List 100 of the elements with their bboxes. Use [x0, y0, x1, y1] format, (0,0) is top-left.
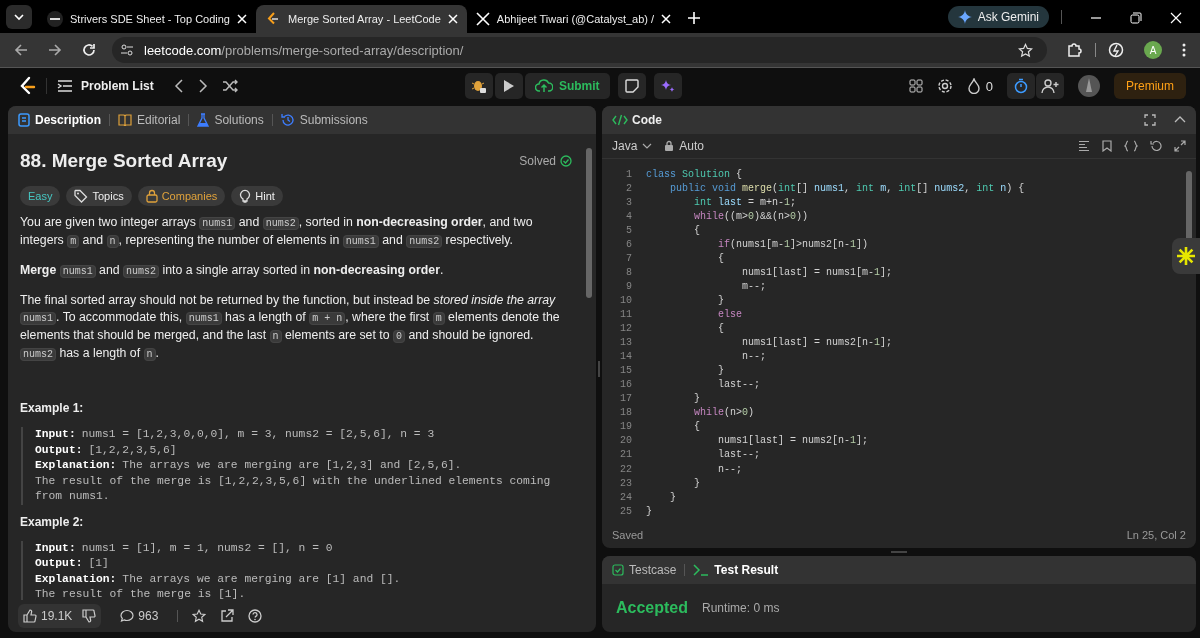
next-icon[interactable] [197, 79, 208, 93]
auto-mode-label[interactable]: Auto [664, 139, 705, 153]
checkbox-icon [612, 564, 624, 576]
back-icon[interactable] [14, 43, 28, 57]
line-number: 1 [625, 168, 633, 180]
close-icon[interactable] [661, 14, 672, 24]
code-line: { [717, 323, 724, 335]
line-number: 3 [625, 196, 633, 208]
site-info-icon[interactable] [120, 43, 134, 57]
code-line: { [693, 421, 700, 433]
timer-button[interactable] [1007, 73, 1035, 99]
layout-icon[interactable] [908, 79, 923, 93]
problem-list-button[interactable]: Problem List [57, 79, 154, 93]
save-status: Saved [612, 529, 644, 541]
code-line: n--; [741, 351, 767, 363]
comments-button[interactable]: 963 [115, 604, 164, 628]
code-line: else [717, 309, 742, 320]
flame-icon [966, 78, 981, 94]
floating-widget-button[interactable] [1172, 238, 1200, 274]
close-icon[interactable] [237, 14, 247, 24]
browser-tab[interactable]: Strivers SDE Sheet - Top Coding [38, 5, 256, 33]
runtime-text: Runtime: 0 ms [702, 601, 780, 615]
code-line: last--; [717, 449, 761, 461]
user-avatar[interactable] [1078, 75, 1100, 97]
streak-counter[interactable]: 0 [966, 78, 993, 94]
problem-title: 88. Merge Sorted Array [20, 150, 229, 172]
address-field[interactable]: leetcode.com/problems/merge-sorted-array/description/ [112, 37, 1047, 63]
line-number: 19 [619, 421, 633, 433]
fullscreen-icon[interactable] [1144, 114, 1156, 126]
site-icon [47, 11, 63, 27]
code-line: } [693, 477, 700, 489]
tab-search-button[interactable] [6, 5, 32, 29]
language-dropdown[interactable]: Java [612, 139, 653, 153]
notes-button[interactable] [617, 73, 646, 99]
close-icon[interactable] [447, 14, 458, 24]
example-heading: Example 2: [20, 514, 85, 529]
example-line: The result of the merge is [1,2,2,3,5,6] with the underlined elements coming from nums1. [35, 473, 552, 504]
tag-chip[interactable]: Companies [137, 186, 226, 206]
code-line: int last = m+n-1; [693, 196, 797, 208]
ai-assist-button[interactable] [653, 73, 682, 99]
braces-icon[interactable] [1124, 140, 1138, 152]
line-number: 23 [619, 477, 633, 489]
play-icon [502, 79, 515, 93]
line-number: 12 [619, 323, 633, 335]
example-line: The result of the merge is [1]. [35, 587, 247, 600]
code-icon [612, 114, 628, 126]
add-user-icon [1041, 78, 1059, 94]
reload-icon[interactable] [82, 43, 96, 57]
favorite-star-icon[interactable] [192, 609, 207, 623]
code-line: } [717, 365, 724, 377]
note-icon [624, 79, 639, 93]
code-line: } [693, 393, 700, 405]
bookmark-star-icon[interactable] [1018, 42, 1033, 58]
line-number: 8 [625, 266, 633, 278]
debug-button[interactable] [464, 73, 493, 99]
problem-paragraph: The final sorted array should not be returned by the function, but instead be stored inside the array nums1 . To accommodate this, nums1 has a length of m + n , where the first m elements denote the elements that should be merged, and the last n elements are set to 0 and should be ignored. nums2 has a length of n . [20, 292, 561, 363]
format-icon[interactable] [1078, 140, 1090, 152]
previous-icon[interactable] [173, 79, 184, 93]
forward-icon[interactable] [48, 43, 62, 57]
tag-chip[interactable]: Hint [231, 186, 283, 206]
ask-gemini-button[interactable]: Ask Gemini [947, 6, 1049, 28]
problem-paragraph: Merge nums1 and nums2 into a single array sorted in non-decreasing order. [20, 262, 445, 280]
leetcode-logo-icon[interactable] [18, 76, 36, 96]
submit-button[interactable]: Submit [524, 73, 610, 99]
tag-chip[interactable]: Topics [66, 186, 132, 206]
panel-tab[interactable]: Testcase [612, 563, 677, 577]
panel-tab[interactable]: Submissions [280, 113, 368, 127]
menu-icon[interactable] [1182, 43, 1186, 57]
list-icon [57, 79, 73, 93]
add-friend-button[interactable] [1036, 73, 1064, 99]
code-line: public void merge(int[] nums1, int m, int[] nums2, int n) { [669, 182, 1025, 194]
bookmark-icon[interactable] [1102, 140, 1112, 152]
browser-tab[interactable]: Merge Sorted Array - LeetCode [256, 5, 467, 33]
code-line: while(n>0) [693, 407, 755, 419]
panel-tab[interactable]: Editorial [118, 113, 181, 127]
panel-title: Code [632, 113, 662, 127]
share-icon[interactable] [220, 609, 235, 623]
extensions-icon[interactable] [1067, 42, 1083, 58]
lock-icon [664, 140, 675, 152]
code-line: while((m>0)&&(n>0)) [693, 210, 809, 222]
panel-tab[interactable]: Test Result [693, 563, 779, 577]
run-button[interactable] [494, 73, 523, 99]
example-line: Input: nums1 = [1], m = 1, nums2 = [], n = 0 [35, 540, 334, 556]
panel-tab[interactable]: Description [18, 113, 101, 127]
browser-tab[interactable]: Abhijeet Tiwari (@Catalyst_ab) / [466, 5, 681, 33]
line-number: 21 [619, 449, 633, 461]
shuffle-icon[interactable] [221, 79, 238, 93]
new-tab-icon[interactable] [688, 12, 701, 24]
close-icon[interactable] [1170, 12, 1182, 24]
sparkle-icon [957, 10, 972, 24]
tag-chip[interactable]: Easy [20, 186, 61, 206]
sparkle-icon [659, 78, 676, 94]
expand-icon[interactable] [1174, 140, 1186, 152]
restore-icon[interactable] [1130, 12, 1142, 24]
extension-icon[interactable] [1108, 42, 1124, 58]
panel-tab[interactable]: Solutions [197, 113, 264, 127]
premium-button[interactable]: Premium [1114, 73, 1186, 99]
reset-icon[interactable] [1150, 140, 1162, 152]
help-icon[interactable] [248, 609, 263, 623]
settings-icon[interactable] [936, 78, 953, 94]
